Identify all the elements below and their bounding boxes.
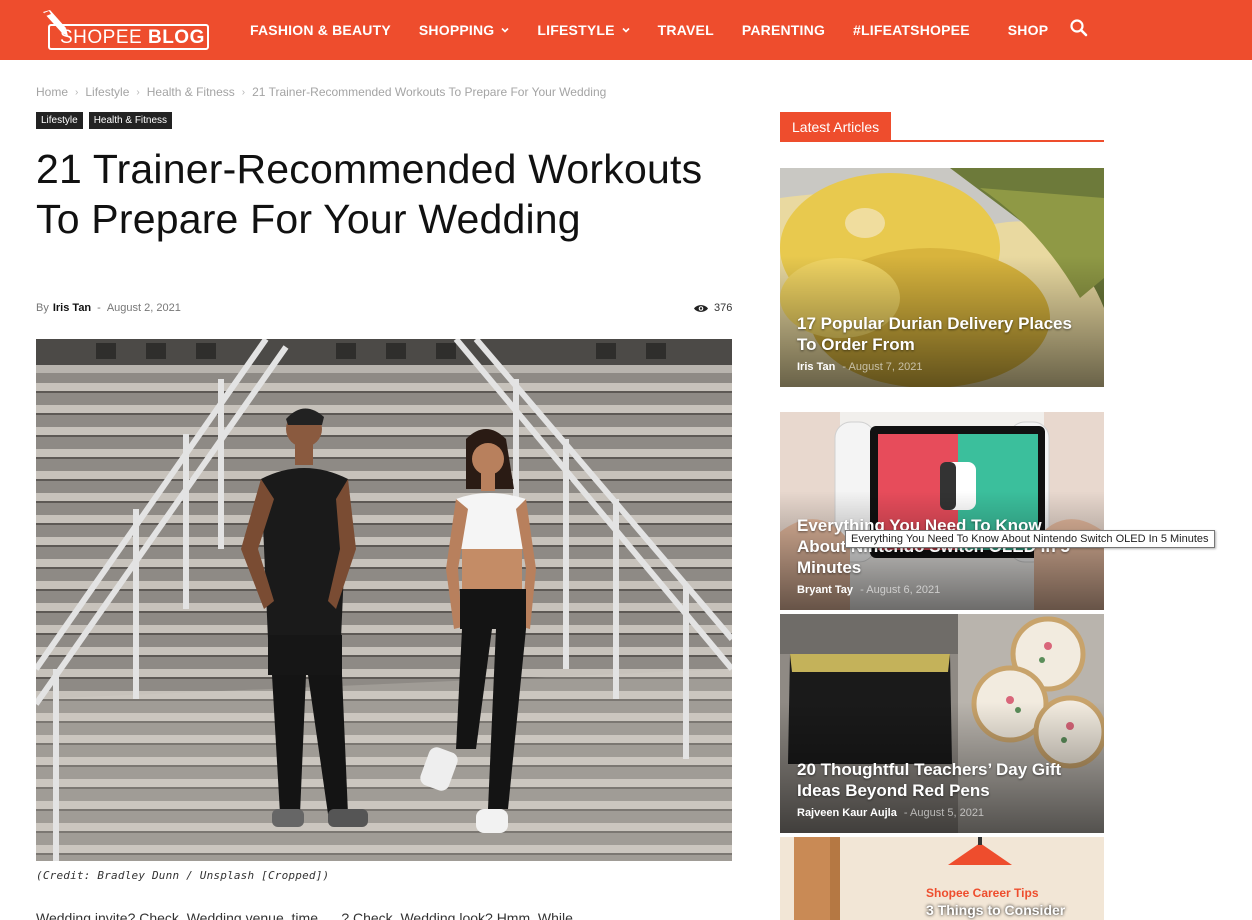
card-date: - August 5, 2021 (903, 807, 985, 819)
article-body-first-line: Wedding invite? Check. Wedding venue, ti… (36, 910, 585, 920)
hero-photo (36, 339, 732, 861)
by-label: By (36, 302, 49, 314)
search-icon[interactable] (1069, 18, 1089, 38)
breadcrumb-lifestyle[interactable]: Lifestyle (85, 85, 129, 99)
article-card-switch[interactable]: Everything You Need To Know About Ninten… (780, 412, 1104, 610)
meta-dash: - (97, 302, 101, 314)
card-meta: Rajveen Kaur Aujla - August 5, 2021 (797, 807, 984, 819)
latest-articles-heading: Latest Articles (780, 112, 1104, 142)
category-tags: Lifestyle Health & Fitness (36, 112, 178, 129)
nav-item-lifeatshopee[interactable]: #LIFEATSHOPEE (853, 22, 970, 38)
card-date: - August 6, 2021 (860, 584, 941, 596)
nav-item-parenting[interactable]: PARENTING (742, 22, 825, 38)
card-date-value: August 5, 2021 (910, 807, 985, 819)
breadcrumb-health-fitness[interactable]: Health & Fitness (147, 85, 235, 99)
card-date-value: August 6, 2021 (866, 584, 941, 596)
card-title[interactable]: 20 Thoughtful Teachers’ Day Gift Ideas B… (797, 759, 1088, 801)
logo-word-shopee: SHOPEE (60, 27, 143, 48)
card-date-value: August 7, 2021 (848, 361, 923, 373)
page-title: 21 Trainer-Recommended Workouts To Prepa… (36, 146, 703, 242)
nav-label: FASHION & BEAUTY (250, 22, 391, 38)
publish-date: August 2, 2021 (106, 302, 181, 314)
eye-icon (694, 304, 708, 312)
breadcrumb-current: 21 Trainer-Recommended Workouts To Prepa… (252, 85, 607, 99)
nav-label: SHOP (1007, 22, 1049, 38)
breadcrumb-separator-icon: › (75, 86, 79, 98)
article-card-career[interactable]: Shopee Career Tips 3 Things to Consider (780, 837, 1104, 920)
chevron-down-icon (501, 27, 509, 33)
nav-item-lifestyle[interactable]: LIFESTYLE (537, 22, 630, 38)
latest-articles-label: Latest Articles (780, 112, 892, 140)
breadcrumb-separator-icon: › (136, 86, 140, 98)
shopee-blog-logo[interactable]: SHOPEE BLOG (40, 8, 210, 52)
nav-label: SHOPPING (418, 22, 495, 38)
view-count: 376 (693, 302, 732, 314)
image-caption: (Credit: Bradley Dunn / Unsplash [Croppe… (36, 869, 330, 882)
logo-text: SHOPEE BLOG (60, 27, 205, 49)
chevron-down-icon (622, 27, 630, 33)
breadcrumb-home[interactable]: Home (36, 85, 68, 99)
card-meta: Iris Tan - August 7, 2021 (797, 361, 923, 373)
card-meta: Bryant Tay - August 6, 2021 (797, 584, 940, 596)
nav-label: TRAVEL (657, 22, 714, 38)
article-hero-image (36, 339, 732, 861)
card-title[interactable]: 17 Popular Durian Delivery Places To Ord… (797, 313, 1088, 355)
article-meta: By Iris Tan - August 2, 2021 (36, 302, 181, 314)
card-author[interactable]: Iris Tan (797, 361, 835, 373)
nav-item-travel[interactable]: TRAVEL (658, 22, 714, 38)
nav-label: #LIFEATSHOPEE (853, 22, 970, 38)
logo-word-blog: BLOG (147, 27, 205, 48)
breadcrumb-separator-icon: › (241, 86, 246, 98)
hover-tooltip: Everything You Need To Know About Ninten… (845, 530, 1215, 548)
tag-lifestyle[interactable]: Lifestyle (36, 112, 83, 129)
nav-item-shop[interactable]: SHOP (1008, 22, 1048, 38)
nav-item-shopping[interactable]: SHOPPING (419, 22, 510, 38)
card-title[interactable]: 3 Things to Consider (926, 902, 1088, 918)
card-author[interactable]: Bryant Tay (797, 584, 853, 596)
tag-health-fitness[interactable]: Health & Fitness (88, 112, 173, 129)
breadcrumb: Home › Lifestyle › Health & Fitness › 21… (36, 85, 606, 99)
card-kicker[interactable]: Shopee Career Tips (926, 886, 1088, 900)
site-header: SHOPEE BLOG FASHION & BEAUTY SHOPPING LI… (0, 0, 1252, 60)
main-nav: FASHION & BEAUTY SHOPPING LIFESTYLE TRAV… (250, 0, 1076, 60)
card-date: - August 7, 2021 (842, 361, 923, 373)
nav-label: PARENTING (741, 22, 826, 38)
nav-item-fashion-beauty[interactable]: FASHION & BEAUTY (250, 22, 391, 38)
article-card-teachers-day[interactable]: 20 Thoughtful Teachers’ Day Gift Ideas B… (780, 614, 1104, 833)
view-count-value: 376 (714, 302, 733, 314)
author-link[interactable]: Iris Tan (53, 302, 91, 314)
nav-label: LIFESTYLE (537, 22, 615, 38)
card-author[interactable]: Rajveen Kaur Aujla (797, 807, 897, 819)
article-card-durian[interactable]: 17 Popular Durian Delivery Places To Ord… (780, 168, 1104, 387)
